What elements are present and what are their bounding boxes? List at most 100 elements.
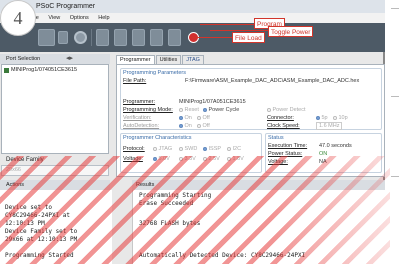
margin-tick — [391, 96, 399, 97]
result-line: Erase Succeeded — [139, 200, 194, 207]
connector-5p-radio[interactable]: 5p — [316, 115, 328, 121]
protocol-i2c-label: I2C — [232, 146, 242, 152]
window-title: PSoC Programmer — [36, 3, 96, 10]
result-line: Programming Starting — [139, 192, 212, 199]
verification-on-label: On — [184, 115, 192, 121]
document-icon[interactable] — [132, 29, 145, 46]
file-icon[interactable] — [96, 29, 109, 46]
programmer-tab-panel: Programming Parameters File Path: F:\Fir… — [116, 64, 385, 177]
voltage-3v3-label: 3.3V — [184, 156, 196, 162]
autodetect-off-label: Off — [202, 123, 210, 129]
result-line: 32768 FLASH bytes — [139, 220, 201, 227]
result-line: Automatically Detected Device: CY8C29466… — [139, 252, 306, 259]
power-status-label: Power Status: — [268, 151, 303, 157]
status-title: Status — [268, 135, 284, 141]
right-margin — [387, 0, 402, 264]
mode-power-cycle-label: Power Cycle — [208, 107, 240, 113]
callout-file-load: File Load — [232, 32, 265, 43]
save-icon[interactable] — [58, 31, 68, 44]
protocol-swd-radio[interactable]: SWD — [179, 146, 197, 152]
voltage-5v-radio[interactable]: 5.0V — [153, 156, 170, 162]
voltage-2v5-radio[interactable]: 2.5V — [203, 156, 220, 162]
port-list: MINIProg1/074051CE3615 — [1, 64, 109, 154]
verification-on-radio[interactable]: On — [179, 115, 192, 121]
voltage-3v3-radio[interactable]: 3.3V — [179, 156, 196, 162]
clock-speed-label: Clock Speed: — [267, 123, 300, 129]
log-line: Device Family set to — [5, 228, 78, 235]
connector-label: Connector: — [267, 115, 294, 121]
autodetect-on-radio[interactable]: On — [179, 123, 192, 129]
mode-power-cycle-radio[interactable]: Power Cycle — [203, 107, 239, 113]
programmer-label: Programmer: — [123, 99, 156, 105]
margin-tick — [391, 8, 399, 9]
actions-header: Actions — [0, 180, 110, 190]
connector-10p-radio[interactable]: 10p — [333, 115, 348, 121]
log-line: 12:10:13 PM — [5, 220, 45, 227]
voltage-1v8-label: 1.8V — [232, 156, 244, 162]
log-line: CY8C29466-24PXI at — [5, 212, 71, 219]
document-icon[interactable] — [168, 29, 181, 46]
voltage-1v8-radio[interactable]: 1.8V — [227, 156, 244, 162]
power-detect-checkbox[interactable]: Power Detect — [267, 107, 306, 113]
power-detect-label: Power Detect — [272, 107, 306, 113]
mode-reset-label: Reset — [184, 107, 199, 113]
screenshot: PSoC Programmer File View Options Help P… — [0, 0, 402, 264]
device-family-select[interactable]: 29x66 — [1, 165, 109, 176]
callout-line-file-load — [192, 37, 232, 38]
autodetect-on-label: On — [184, 123, 192, 129]
menu-help[interactable]: Help — [98, 15, 109, 21]
menu-options[interactable]: Options — [70, 15, 89, 21]
autodetect-off-radio[interactable]: Off — [197, 123, 210, 129]
collapse-arrows-icon[interactable]: ◂▸ — [66, 55, 73, 63]
step-number: 4 — [13, 7, 23, 28]
port-name: MINIProg1/074051CE3615 — [11, 67, 78, 73]
port-selection-label: Port Selection — [6, 56, 41, 62]
protocol-jtag-label: JTAG — [158, 146, 173, 152]
voltage-5v-label: 5.0V — [158, 156, 170, 162]
window-titlebar: PSoC Programmer — [0, 0, 385, 13]
file-path-value[interactable]: F:\Firmware\ASM_Example_DAC_ADC\ASM_Exam… — [185, 78, 359, 84]
device-family-label: Device Family — [6, 157, 44, 163]
step-number-badge: 4 — [0, 0, 36, 36]
verification-off-radio[interactable]: Off — [197, 115, 210, 121]
clock-speed-select[interactable]: 1.6 MHz — [316, 122, 343, 130]
power-status-value: ON — [319, 151, 328, 157]
program-icon[interactable] — [74, 31, 87, 44]
results-header: Results — [132, 180, 385, 190]
log-line: Programming Started — [5, 252, 74, 259]
margin-tick — [391, 176, 399, 177]
document-icon[interactable] — [150, 29, 163, 46]
protocol-issp-radio[interactable]: ISSP — [203, 146, 221, 152]
miniprog-icon — [4, 67, 9, 73]
protocol-swd-label: SWD — [184, 146, 198, 152]
protocol-label: Protocol: — [123, 146, 145, 152]
verification-off-label: Off — [202, 115, 210, 121]
verification-label: Verification: — [123, 115, 152, 121]
execution-time-label: Execution Time: — [268, 143, 308, 149]
chip-icon[interactable] — [114, 29, 127, 46]
mode-reset-radio[interactable]: Reset — [179, 107, 199, 113]
port-selection-header: Port Selection — [0, 54, 110, 64]
protocol-i2c-radio[interactable]: I2C — [227, 146, 241, 152]
callout-line-toggle-power — [210, 30, 268, 31]
list-item[interactable]: MINIProg1/074051CE3615 — [2, 65, 108, 75]
voltage-label: Voltage: — [123, 156, 143, 162]
log-line: 29x66 at 12:10:13 PM — [5, 236, 78, 243]
open-folder-icon[interactable] — [38, 29, 55, 46]
programmer-value: MINIProg1/07A051CE3615 — [179, 99, 246, 105]
results-log: Programming Starting Erase Succeeded 327… — [132, 190, 385, 264]
connector-5p-label: 5p — [321, 115, 328, 121]
menu-view[interactable]: View — [48, 15, 60, 21]
programmer-characteristics-title: Programmer Characteristics — [123, 135, 192, 141]
protocol-jtag-radio[interactable]: JTAG — [153, 146, 172, 152]
voltage-2v5-label: 2.5V — [208, 156, 220, 162]
programming-mode-label: Programming Mode: — [123, 107, 173, 113]
autodetection-label: AutoDetection: — [123, 123, 160, 129]
voltage-status-value: NA — [319, 159, 327, 165]
callout-line-program — [200, 24, 254, 25]
voltage-status-label: Voltage: — [268, 159, 288, 165]
execution-time-value: 47.0 seconds — [319, 143, 352, 149]
menu-bar: File View Options Help — [0, 13, 385, 23]
actions-log: Device set to CY8C29466-24PXI at 12:10:1… — [0, 190, 112, 264]
log-line: Device set to — [5, 204, 52, 211]
